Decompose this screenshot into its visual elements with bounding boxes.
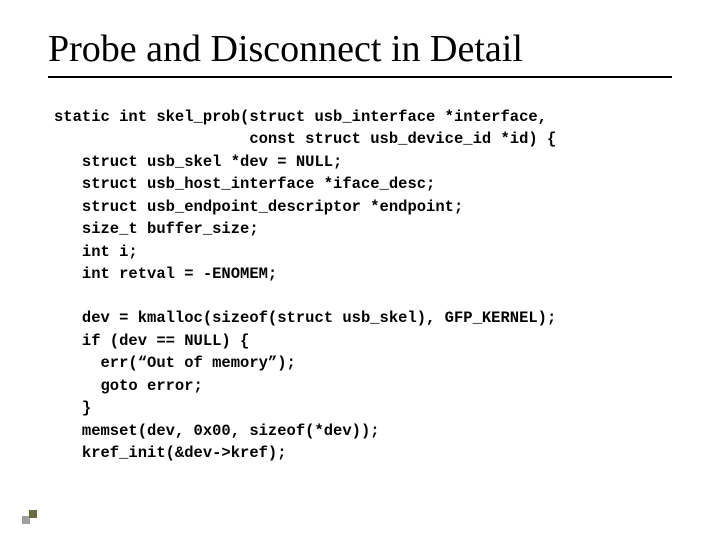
code-line: struct usb_skel *dev = NULL; [54,153,342,171]
code-line: int retval = -ENOMEM; [54,265,277,283]
code-line: struct usb_host_interface *iface_desc; [54,175,435,193]
code-line: memset(dev, 0x00, sizeof(*dev)); [54,422,380,440]
title-underline [48,76,672,78]
slide: Probe and Disconnect in Detail static in… [0,0,720,540]
code-line: struct usb_endpoint_descriptor *endpoint… [54,198,463,216]
code-block-declarations: static int skel_prob(struct usb_interfac… [54,106,672,286]
footer-accent-icon [22,510,40,524]
code-line: int i; [54,243,138,261]
slide-title: Probe and Disconnect in Detail [48,28,672,72]
code-line: size_t buffer_size; [54,220,259,238]
code-line: err(“Out of memory”); [54,354,296,372]
code-block-body: dev = kmalloc(sizeof(struct usb_skel), G… [54,307,672,464]
accent-square [29,510,37,518]
code-line: static int skel_prob(struct usb_interfac… [54,108,547,126]
code-line: goto error; [54,377,203,395]
code-line: } [54,399,91,417]
code-line: dev = kmalloc(sizeof(struct usb_skel), G… [54,309,556,327]
code-line: if (dev == NULL) { [54,332,249,350]
code-line: const struct usb_device_id *id) { [54,130,556,148]
code-line: kref_init(&dev->kref); [54,444,287,462]
